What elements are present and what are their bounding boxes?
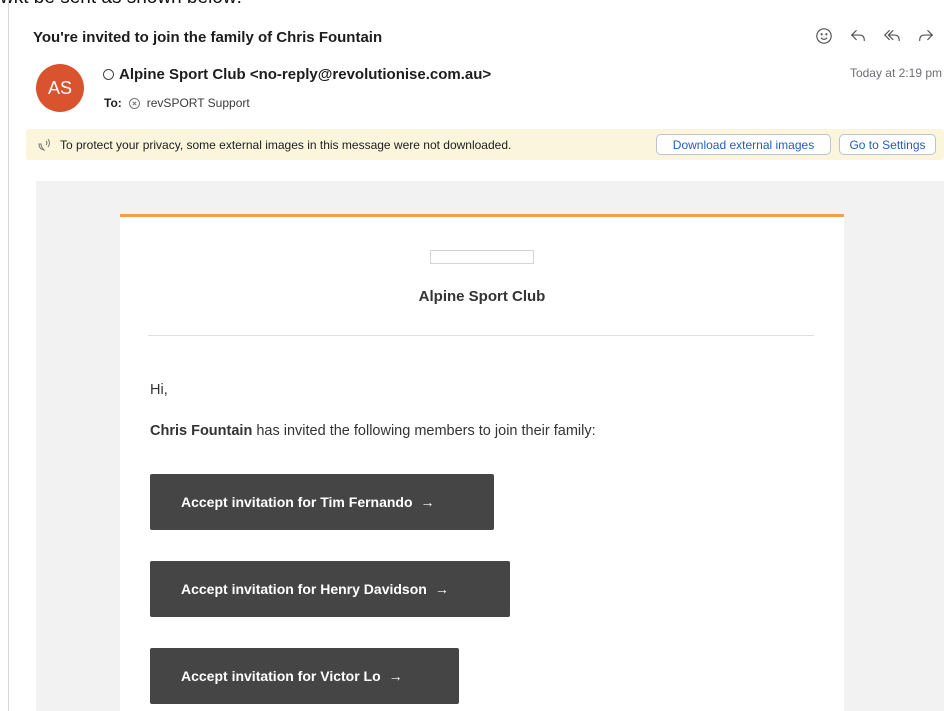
recipient-line: To: revSPORT Support xyxy=(104,96,250,110)
greeting: Hi, xyxy=(150,382,168,398)
club-logo-placeholder xyxy=(430,250,534,264)
accept-invitation-button[interactable]: Accept invitation for Tim Fernando → xyxy=(150,474,494,530)
arrow-right-icon: → xyxy=(420,494,435,510)
sender-line: Alpine Sport Club <no-reply@revolutionis… xyxy=(103,66,491,83)
header-divider xyxy=(148,335,814,336)
recipient-name[interactable]: revSPORT Support xyxy=(147,96,250,110)
unread-status-icon[interactable] xyxy=(103,69,114,80)
accept-invitation-button[interactable]: Accept invitation for Victor Lo → xyxy=(150,648,459,704)
email-subject: You're invited to join the family of Chr… xyxy=(33,29,383,46)
reply-all-icon[interactable] xyxy=(882,26,902,46)
sender-address[interactable]: Alpine Sport Club <no-reply@revolutionis… xyxy=(119,66,491,83)
accept-invitation-button[interactable]: Accept invitation for Henry Davidson → xyxy=(150,561,510,617)
inviter-name: Chris Fountain xyxy=(150,423,253,439)
email-card: Alpine Sport Club Hi, Chris Fountain has… xyxy=(120,214,844,711)
download-external-images-button[interactable]: Download external images xyxy=(656,134,831,155)
privacy-banner: To protect your privacy, some external i… xyxy=(26,129,944,160)
arrow-right-icon: → xyxy=(388,668,403,684)
to-label: To: xyxy=(104,96,122,110)
emoji-reaction-icon[interactable] xyxy=(814,26,834,46)
blocked-content-icon xyxy=(38,138,50,151)
window-edge xyxy=(8,0,9,711)
background-document-text: wkt be sent as shown below: xyxy=(0,0,242,9)
forward-icon[interactable] xyxy=(916,26,936,46)
arrow-right-icon: → xyxy=(434,581,449,597)
email-timestamp: Today at 2:19 pm xyxy=(849,66,942,80)
club-name: Alpine Sport Club xyxy=(418,288,546,305)
reply-icon[interactable] xyxy=(848,26,868,46)
email-body-background: Alpine Sport Club Hi, Chris Fountain has… xyxy=(36,181,944,711)
accept-button-label: Accept invitation for Henry Davidson xyxy=(181,581,427,597)
go-to-settings-button[interactable]: Go to Settings xyxy=(839,134,936,155)
accept-button-label: Accept invitation for Victor Lo xyxy=(181,668,381,684)
accept-button-label: Accept invitation for Tim Fernando xyxy=(181,494,413,510)
sender-avatar: AS xyxy=(36,64,84,112)
intro-text: has invited the following members to joi… xyxy=(252,423,596,439)
invitation-intro: Chris Fountain has invited the following… xyxy=(150,423,596,439)
privacy-message: To protect your privacy, some external i… xyxy=(60,137,512,152)
recipient-status-icon xyxy=(128,97,140,109)
message-actions xyxy=(814,26,936,46)
